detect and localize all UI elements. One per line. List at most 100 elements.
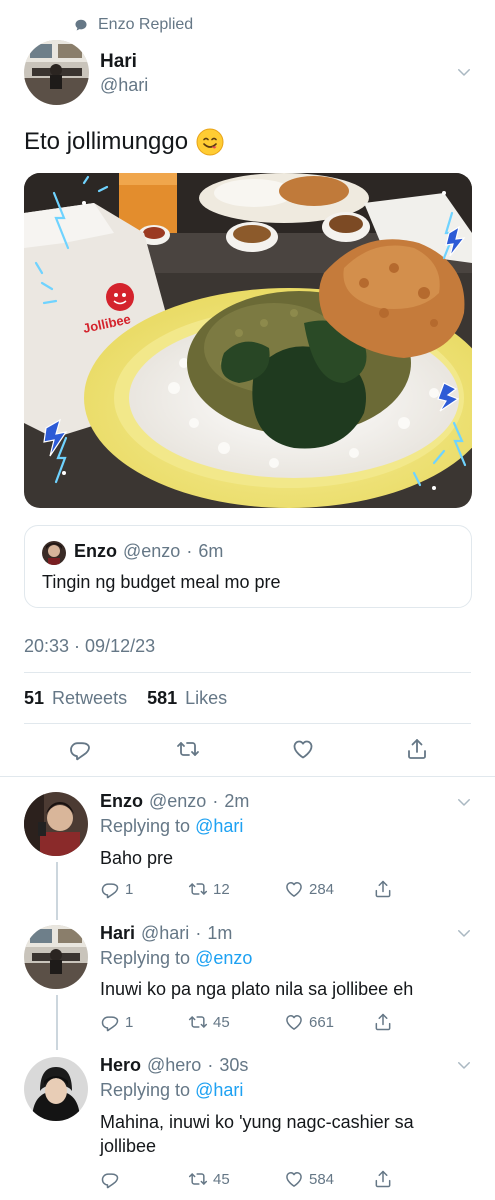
separator-dot: · (186, 541, 193, 561)
context-line[interactable]: Enzo Replied (74, 14, 193, 36)
reply-button[interactable]: 1 (100, 1011, 133, 1033)
like-count: 584 (309, 1170, 335, 1188)
like-icon (284, 1169, 304, 1189)
context-label: Enzo Replied (98, 16, 194, 33)
like-icon (284, 1012, 304, 1032)
retweet-count: 45 (213, 1013, 230, 1031)
replying-to-link[interactable]: @enzo (195, 948, 252, 968)
thread-line (56, 995, 58, 1050)
divider (24, 723, 471, 724)
reply-count: 1 (125, 1013, 134, 1031)
replying-to-link[interactable]: @hari (195, 816, 243, 836)
reply-author-name[interactable]: Hari (100, 923, 135, 944)
retweet-button[interactable]: 12 (188, 878, 230, 900)
reply-header: Hero @hero · 30s (100, 1055, 248, 1076)
retweet-button[interactable]: 45 (188, 1011, 230, 1033)
reply-action-bar: 1 45 661 (100, 1011, 400, 1035)
reply-action-bar: 45 584 (100, 1168, 400, 1192)
engagement-stats: 51 Retweets 581 Likes (24, 688, 227, 709)
reply-button[interactable] (100, 1168, 125, 1190)
share-button[interactable] (373, 1168, 393, 1190)
chevron-down-icon[interactable] (455, 1056, 473, 1074)
tweet-text-body: Eto jollimunggo (24, 128, 189, 155)
share-icon[interactable] (405, 737, 429, 761)
reply-time: 30s (219, 1055, 249, 1075)
retweet-icon (188, 1169, 208, 1189)
reply-action-bar: 1 12 284 (100, 878, 400, 902)
reply-author-handle[interactable]: @hero (147, 1055, 201, 1076)
reply-icon (100, 1169, 120, 1189)
quote-author-name: Enzo (74, 541, 117, 561)
reply-header: Enzo @enzo · 2m (100, 791, 249, 812)
like-button[interactable]: 661 (284, 1011, 334, 1033)
replying-to-prefix: Replying to (100, 1080, 191, 1100)
speech-bubble-icon (74, 18, 88, 32)
reply-text: Mahina, inuwi ko 'yung nagc-cashier sa j… (100, 1112, 414, 1157)
like-count: 661 (309, 1013, 335, 1031)
likes-label[interactable]: Likes (185, 688, 227, 709)
chevron-down-icon[interactable] (455, 63, 473, 81)
reply-text: Baho pre (100, 848, 174, 868)
reply-author-name[interactable]: Hero (100, 1055, 141, 1076)
share-button[interactable] (373, 1011, 393, 1033)
avatar[interactable] (24, 40, 89, 105)
share-icon (373, 1169, 393, 1189)
author-handle[interactable]: @hari (100, 75, 148, 96)
replying-to: Replying to @enzo (100, 948, 252, 969)
author-name[interactable]: Hari (100, 51, 137, 73)
retweet-icon (188, 1012, 208, 1032)
like-button[interactable]: 584 (284, 1168, 334, 1190)
chevron-down-icon[interactable] (455, 924, 473, 942)
likes-count[interactable]: 581 (147, 688, 177, 709)
like-icon (284, 879, 304, 899)
replying-to: Replying to @hari (100, 1080, 243, 1101)
reply-text: Inuwi ko pa nga plato nila sa jollibee e… (100, 979, 414, 999)
yum-emoji-icon (196, 128, 224, 156)
separator-dot: · (207, 1055, 214, 1075)
replying-to: Replying to @hari (100, 816, 243, 837)
retweet-icon[interactable] (176, 737, 200, 761)
reply-icon (100, 1012, 120, 1032)
quoted-tweet[interactable]: Enzo @enzo · 6m Tingin ng budget meal mo… (24, 525, 472, 608)
tweet-photo[interactable]: Jollibee (24, 173, 472, 508)
reply-count: 1 (125, 880, 134, 898)
divider (0, 776, 495, 777)
tweet-text: Eto jollimunggo (24, 128, 224, 156)
reply-time: 2m (224, 791, 250, 811)
avatar[interactable] (24, 792, 88, 856)
reply-author-handle[interactable]: @enzo (149, 791, 206, 812)
replying-to-link[interactable]: @hari (195, 1080, 243, 1100)
quote-avatar[interactable] (42, 541, 66, 565)
share-icon (373, 879, 393, 899)
separator-dot: · (195, 923, 202, 943)
chevron-down-icon[interactable] (455, 793, 473, 811)
reply-icon[interactable] (68, 737, 92, 761)
replying-to-prefix: Replying to (100, 948, 191, 968)
avatar[interactable] (24, 925, 88, 989)
retweet-button[interactable]: 45 (188, 1168, 230, 1190)
avatar[interactable] (24, 1057, 88, 1121)
reply-author-handle[interactable]: @hari (141, 923, 189, 944)
retweets-label[interactable]: Retweets (52, 688, 127, 709)
quote-header: Enzo @enzo · 6m (74, 541, 223, 562)
thread-line (56, 862, 58, 920)
reply-button[interactable]: 1 (100, 878, 133, 900)
quote-author-handle: @enzo (123, 541, 181, 561)
separator-dot: · (212, 791, 219, 811)
tweet-timestamp: 20:33 · 09/12/23 (24, 636, 156, 656)
retweets-count[interactable]: 51 (24, 688, 44, 709)
reply-header: Hari @hari · 1m (100, 923, 232, 944)
share-icon (373, 1012, 393, 1032)
quote-time: 6m (198, 541, 224, 561)
reply-icon (100, 879, 120, 899)
retweet-count: 45 (213, 1170, 230, 1188)
replying-to-prefix: Replying to (100, 816, 191, 836)
reply-author-name[interactable]: Enzo (100, 791, 143, 812)
share-button[interactable] (373, 878, 393, 900)
retweet-count: 12 (213, 880, 230, 898)
reply-time: 1m (207, 923, 233, 943)
retweet-icon (188, 879, 208, 899)
like-count: 284 (309, 880, 335, 898)
like-icon[interactable] (291, 737, 315, 761)
like-button[interactable]: 284 (284, 878, 334, 900)
